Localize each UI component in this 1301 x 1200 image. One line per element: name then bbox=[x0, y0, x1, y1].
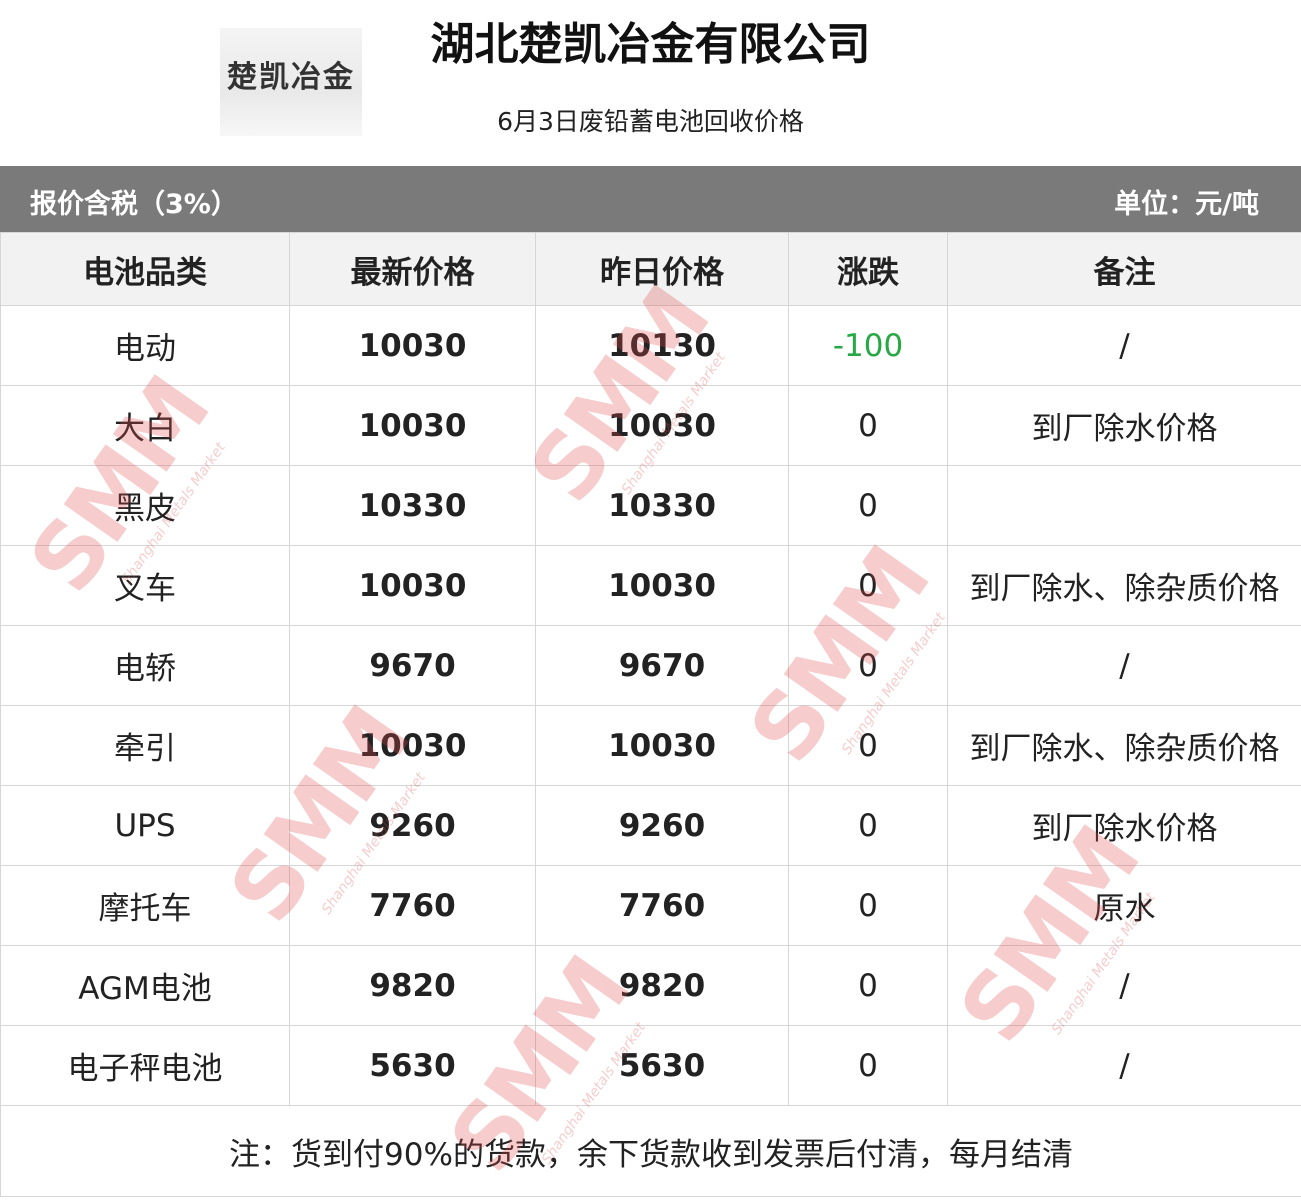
table-header-row: 电池品类 最新价格 昨日价格 涨跌 备注 bbox=[1, 233, 1301, 306]
tax-note: 报价含税（3%） bbox=[30, 182, 238, 221]
cell-latest: 10030 bbox=[290, 706, 536, 786]
col-header-latest: 最新价格 bbox=[290, 233, 536, 306]
company-name-text: 湖北楚凯冶金有限公司 bbox=[431, 8, 871, 72]
cell-yesterday: 9260 bbox=[536, 786, 789, 866]
cell-change: 0 bbox=[789, 466, 948, 546]
cell-change: 0 bbox=[789, 546, 948, 626]
cell-latest: 10030 bbox=[290, 386, 536, 466]
unit-note: 单位：元/吨 bbox=[1114, 182, 1259, 221]
cell-type: 摩托车 bbox=[1, 866, 290, 946]
page-subtitle: 6月3日废铅蓄电池回收价格 bbox=[0, 102, 1301, 138]
cell-note bbox=[948, 466, 1301, 546]
cell-note: 原水 bbox=[948, 866, 1301, 946]
cell-note: / bbox=[948, 626, 1301, 706]
cell-change: 0 bbox=[789, 706, 948, 786]
cell-type: 黑皮 bbox=[1, 466, 290, 546]
table-row: 叉车10030100300到厂除水、除杂质价格 bbox=[1, 546, 1301, 626]
cell-note: 到厂除水价格 bbox=[948, 786, 1301, 866]
col-header-yesterday: 昨日价格 bbox=[536, 233, 789, 306]
col-header-note: 备注 bbox=[948, 233, 1301, 306]
table-body: 电动1003010130-100/大白10030100300到厂除水价格黑皮10… bbox=[1, 306, 1301, 1106]
table-row: 电动1003010130-100/ bbox=[1, 306, 1301, 386]
cell-latest: 7760 bbox=[290, 866, 536, 946]
cell-latest: 9820 bbox=[290, 946, 536, 1026]
cell-change: 0 bbox=[789, 626, 948, 706]
table-row: AGM电池982098200/ bbox=[1, 946, 1301, 1026]
cell-change: 0 bbox=[789, 386, 948, 466]
cell-change: 0 bbox=[789, 786, 948, 866]
col-header-type: 电池品类 bbox=[1, 233, 290, 306]
table-row: 牵引10030100300到厂除水、除杂质价格 bbox=[1, 706, 1301, 786]
company-name: 湖北楚凯冶金有限公司 bbox=[0, 8, 1301, 72]
cell-type: UPS bbox=[1, 786, 290, 866]
cell-yesterday: 7760 bbox=[536, 866, 789, 946]
cell-yesterday: 9670 bbox=[536, 626, 789, 706]
cell-note: / bbox=[948, 306, 1301, 386]
cell-yesterday: 10030 bbox=[536, 706, 789, 786]
table-row: 大白10030100300到厂除水价格 bbox=[1, 386, 1301, 466]
cell-latest: 5630 bbox=[290, 1026, 536, 1106]
cell-change: 0 bbox=[789, 1026, 948, 1106]
col-header-change: 涨跌 bbox=[789, 233, 948, 306]
cell-note: / bbox=[948, 1026, 1301, 1106]
cell-yesterday: 10030 bbox=[536, 386, 789, 466]
cell-yesterday: 10330 bbox=[536, 466, 789, 546]
cell-note: 到厂除水、除杂质价格 bbox=[948, 546, 1301, 626]
cell-yesterday: 10130 bbox=[536, 306, 789, 386]
table-row: 黑皮10330103300 bbox=[1, 466, 1301, 546]
price-info-bar: 报价含税（3%） 单位：元/吨 bbox=[0, 166, 1301, 232]
table-row: UPS926092600到厂除水价格 bbox=[1, 786, 1301, 866]
cell-type: 电轿 bbox=[1, 626, 290, 706]
page-header: 楚凯冶金 湖北楚凯冶金有限公司 6月3日废铅蓄电池回收价格 bbox=[0, 0, 1301, 166]
cell-type: 大白 bbox=[1, 386, 290, 466]
cell-latest: 10330 bbox=[290, 466, 536, 546]
cell-type: 电子秤电池 bbox=[1, 1026, 290, 1106]
cell-note: 到厂除水价格 bbox=[948, 386, 1301, 466]
cell-latest: 9260 bbox=[290, 786, 536, 866]
table-row: 电子秤电池563056300/ bbox=[1, 1026, 1301, 1106]
table-row: 电轿967096700/ bbox=[1, 626, 1301, 706]
cell-yesterday: 9820 bbox=[536, 946, 789, 1026]
cell-yesterday: 5630 bbox=[536, 1026, 789, 1106]
price-table: 电池品类 最新价格 昨日价格 涨跌 备注 电动1003010130-100/大白… bbox=[0, 232, 1301, 1197]
cell-type: 电动 bbox=[1, 306, 290, 386]
cell-change: 0 bbox=[789, 946, 948, 1026]
table-row: 摩托车776077600原水 bbox=[1, 866, 1301, 946]
cell-note: / bbox=[948, 946, 1301, 1026]
cell-latest: 10030 bbox=[290, 546, 536, 626]
footnote-row: 注：货到付90%的货款，余下货款收到发票后付清，每月结清 bbox=[1, 1106, 1301, 1197]
cell-latest: 10030 bbox=[290, 306, 536, 386]
cell-yesterday: 10030 bbox=[536, 546, 789, 626]
footnote: 注：货到付90%的货款，余下货款收到发票后付清，每月结清 bbox=[1, 1106, 1301, 1197]
cell-latest: 9670 bbox=[290, 626, 536, 706]
cell-note: 到厂除水、除杂质价格 bbox=[948, 706, 1301, 786]
cell-change: -100 bbox=[789, 306, 948, 386]
cell-type: 叉车 bbox=[1, 546, 290, 626]
cell-change: 0 bbox=[789, 866, 948, 946]
cell-type: AGM电池 bbox=[1, 946, 290, 1026]
cell-type: 牵引 bbox=[1, 706, 290, 786]
